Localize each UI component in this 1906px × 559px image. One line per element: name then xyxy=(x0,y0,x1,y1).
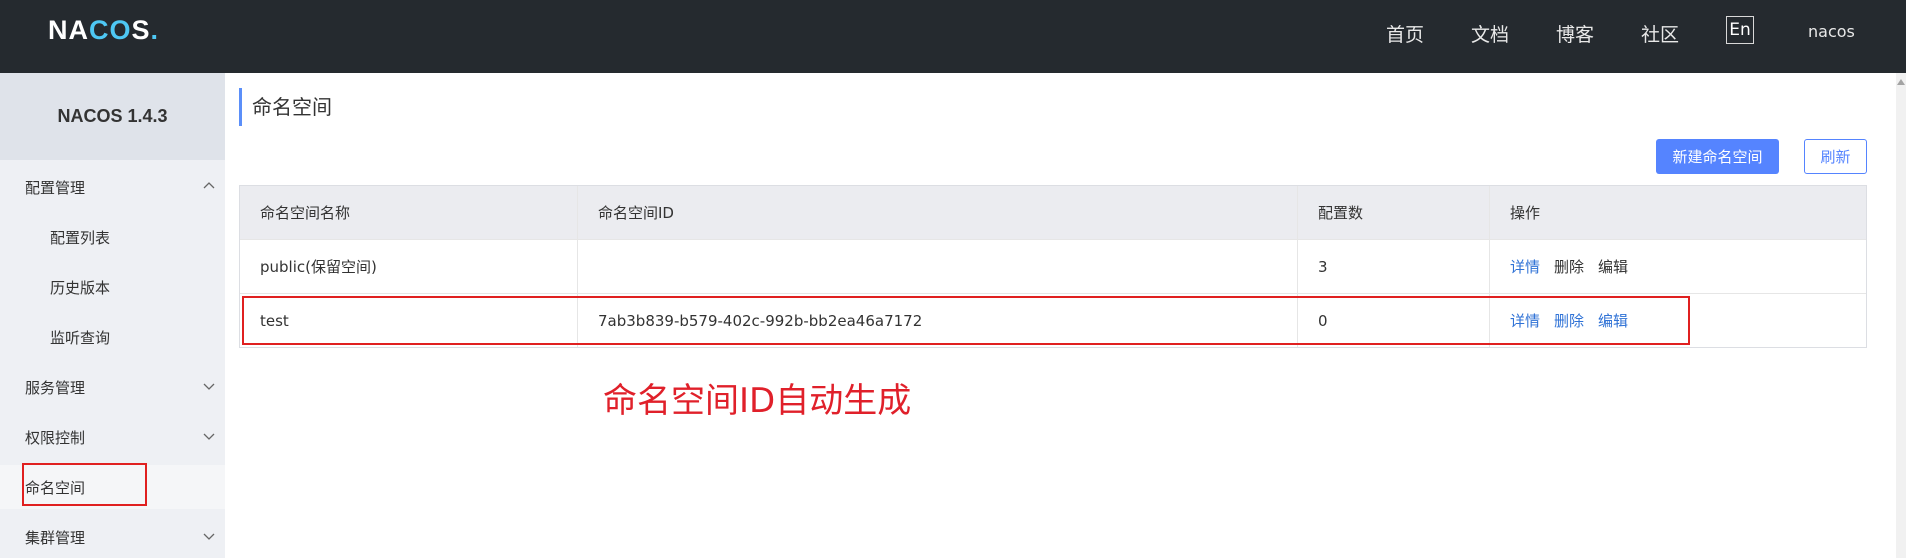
chevron-down-icon xyxy=(203,383,215,390)
sidebar-item-service-management[interactable]: 服务管理 xyxy=(0,365,225,409)
column-header-actions: 操作 xyxy=(1510,204,1541,222)
nav-blog[interactable]: 博客 xyxy=(1556,20,1594,47)
sidebar-item-cluster-management[interactable]: 集群管理 xyxy=(0,515,225,559)
sidebar-item-access-control[interactable]: 权限控制 xyxy=(0,415,225,459)
row-actions: 详情 删除 编辑 xyxy=(1490,240,1866,293)
edit-link: 编辑 xyxy=(1598,258,1629,276)
highlight-box-namespace xyxy=(22,463,147,506)
config-count: 3 xyxy=(1298,240,1490,293)
page-title: 命名空间 xyxy=(239,88,332,126)
nacos-logo[interactable]: NACOS. xyxy=(48,15,159,46)
sidebar-item-config-list[interactable]: 配置列表 xyxy=(0,215,225,259)
sidebar-brand: NACOS 1.4.3 xyxy=(0,73,225,160)
top-navbar: NACOS. 首页 文档 博客 社区 En nacos xyxy=(0,0,1906,73)
sidebar-item-label: 配置列表 xyxy=(50,229,111,247)
sidebar-item-label: 集群管理 xyxy=(25,529,86,547)
language-toggle-button[interactable]: En xyxy=(1726,16,1754,44)
namespace-name: public(保留空间) xyxy=(240,240,578,293)
sidebar-item-history[interactable]: 历史版本 xyxy=(0,265,225,309)
sidebar-item-label: 配置管理 xyxy=(25,179,86,197)
sidebar-item-listener-query[interactable]: 监听查询 xyxy=(0,315,225,359)
refresh-button[interactable]: 刷新 xyxy=(1804,139,1867,174)
details-link[interactable]: 详情 xyxy=(1510,256,1540,277)
chevron-down-icon xyxy=(203,433,215,440)
delete-link: 删除 xyxy=(1554,258,1585,276)
namespace-id xyxy=(578,240,1298,293)
table-header: 命名空间名称 命名空间ID 配置数 操作 xyxy=(240,186,1866,240)
column-header-name: 命名空间名称 xyxy=(240,186,578,239)
highlight-box-test-row xyxy=(242,296,1690,345)
nav-docs[interactable]: 文档 xyxy=(1471,20,1509,47)
chevron-up-icon xyxy=(203,182,215,189)
sidebar-item-label: 监听查询 xyxy=(50,329,111,347)
nav-home[interactable]: 首页 xyxy=(1386,20,1424,47)
sidebar-item-label: 历史版本 xyxy=(50,279,111,297)
new-namespace-button[interactable]: 新建命名空间 xyxy=(1656,139,1779,174)
sidebar-item-label: 权限控制 xyxy=(25,429,86,447)
column-header-count: 配置数 xyxy=(1298,186,1490,239)
user-menu[interactable]: nacos xyxy=(1808,22,1855,41)
scroll-up-icon[interactable] xyxy=(1897,79,1905,85)
sidebar-item-config-management[interactable]: 配置管理 xyxy=(0,165,225,209)
vertical-scrollbar[interactable] xyxy=(1896,73,1906,558)
nav-community[interactable]: 社区 xyxy=(1641,20,1679,47)
chevron-down-icon xyxy=(203,533,215,540)
sidebar-item-label: 服务管理 xyxy=(25,379,86,397)
table-row: public(保留空间) 3 详情 删除 编辑 xyxy=(240,240,1866,294)
column-header-id: 命名空间ID xyxy=(578,186,1298,239)
annotation-text: 命名空间ID自动生成 xyxy=(603,381,912,421)
